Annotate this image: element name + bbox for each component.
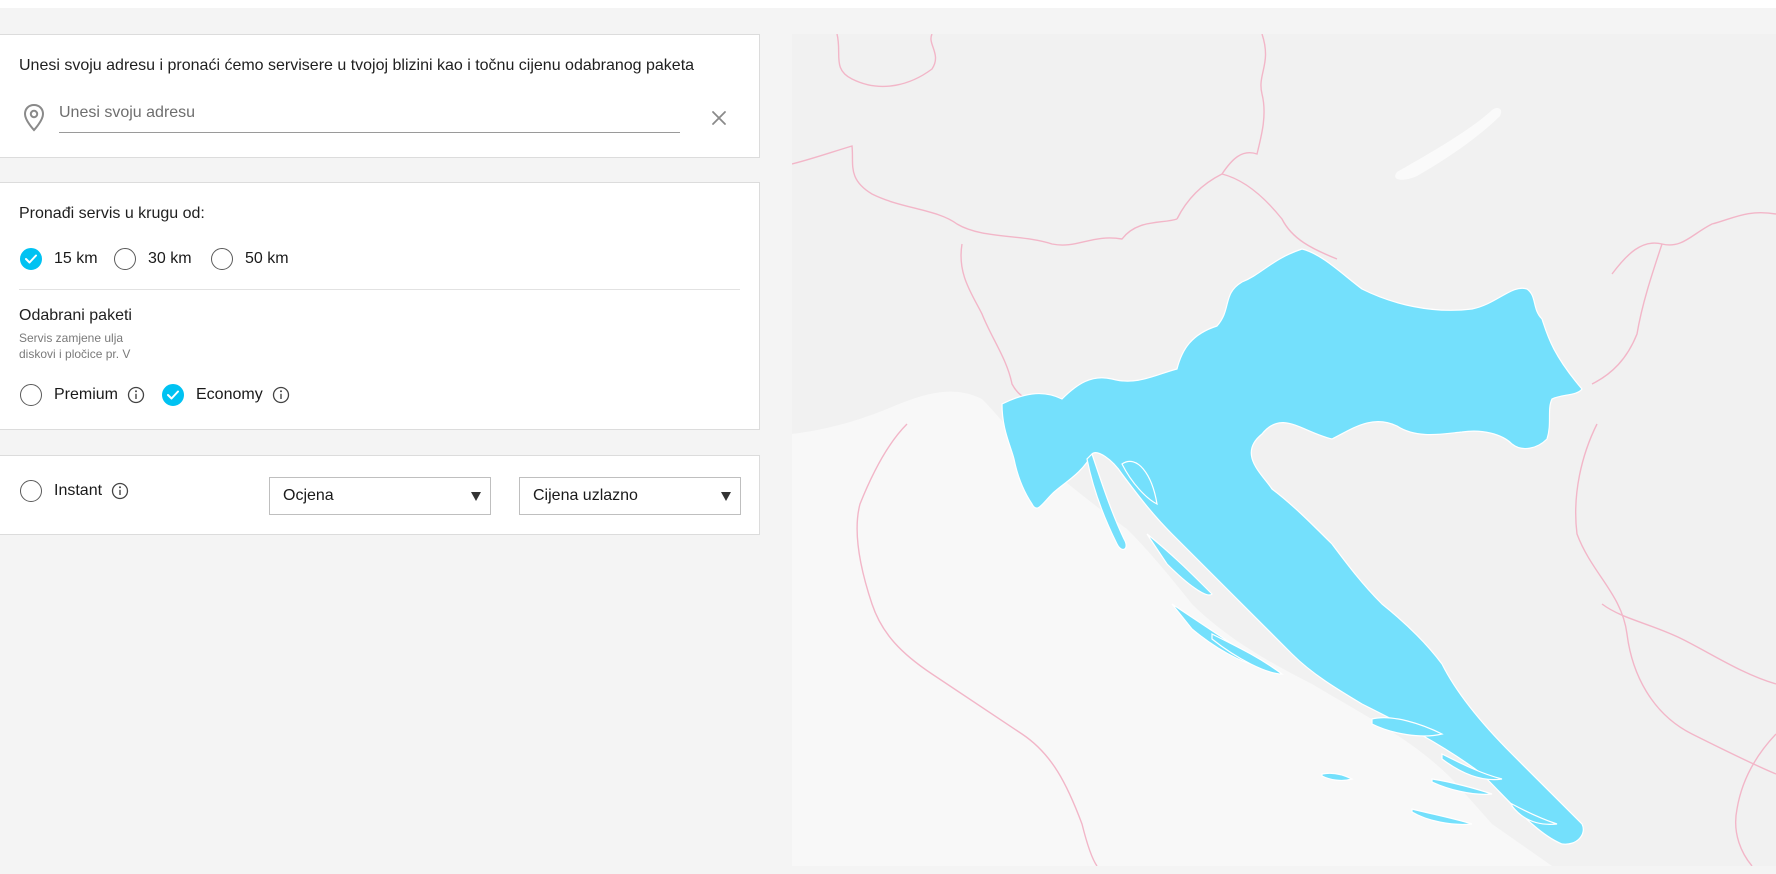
radius-title: Pronađi servis u krugu od: — [19, 205, 205, 222]
map-svg[interactable] — [792, 34, 1776, 866]
location-pin-icon — [23, 103, 45, 132]
address-intro-text: Unesi svoju adresu i pronaći ćemo servis… — [19, 57, 695, 74]
filter-card: Instant Ocjena Cijena uzlazno — [0, 455, 760, 535]
package-option-economy[interactable]: Economy — [162, 383, 290, 407]
package-option-label: Premium — [54, 386, 119, 403]
radio-checked-icon[interactable] — [20, 248, 42, 270]
packages-subtitle-line2: diskovi i pločice pr. V — [19, 347, 131, 361]
sort-rating-value: Ocjena — [283, 487, 334, 504]
sort-rating-select[interactable]: Ocjena — [269, 477, 491, 515]
sort-price-select[interactable]: Cijena uzlazno — [519, 477, 741, 515]
info-icon[interactable] — [272, 386, 290, 404]
dropdown-caret-icon — [471, 492, 481, 501]
radio-unchecked-icon[interactable] — [20, 384, 42, 406]
package-option-label: Economy — [196, 386, 263, 403]
map[interactable] — [792, 34, 1776, 866]
address-input[interactable] — [59, 97, 680, 133]
close-icon[interactable] — [708, 107, 730, 129]
radio-checked-icon[interactable] — [162, 384, 184, 406]
radius-option-label: 30 km — [148, 250, 192, 267]
bottom-strip — [0, 866, 1776, 874]
instant-label: Instant — [54, 482, 103, 499]
radio-unchecked-icon[interactable] — [211, 248, 233, 270]
radius-option-15km[interactable]: 15 km — [20, 247, 98, 271]
address-card: Unesi svoju adresu i pronaći ćemo servis… — [0, 34, 760, 158]
top-strip — [0, 0, 1776, 8]
radius-card: Pronađi servis u krugu od: 15 km 30 km 5… — [0, 182, 760, 430]
sort-price-value: Cijena uzlazno — [533, 487, 638, 504]
radius-option-50km[interactable]: 50 km — [211, 247, 289, 271]
radius-option-30km[interactable]: 30 km — [114, 247, 192, 271]
radius-option-label: 15 km — [54, 250, 98, 267]
dropdown-caret-icon — [721, 492, 731, 501]
divider — [19, 289, 740, 290]
info-icon[interactable] — [111, 482, 129, 500]
info-icon[interactable] — [127, 386, 145, 404]
packages-title: Odabrani paketi — [19, 307, 132, 324]
packages-subtitle-line1: Servis zamjene ulja — [19, 331, 124, 345]
radio-unchecked-icon[interactable] — [20, 480, 42, 502]
radio-unchecked-icon[interactable] — [114, 248, 136, 270]
radius-option-label: 50 km — [245, 250, 289, 267]
package-option-premium[interactable]: Premium — [20, 383, 145, 407]
instant-option[interactable]: Instant — [20, 479, 129, 503]
